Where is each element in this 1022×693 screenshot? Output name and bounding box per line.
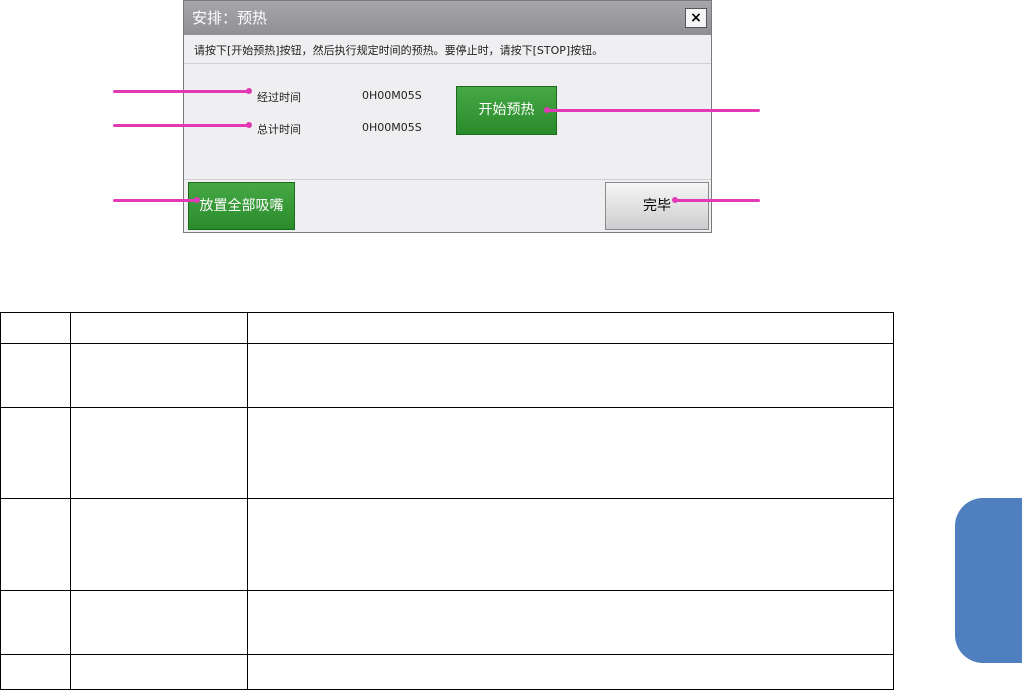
callout-dot xyxy=(246,122,252,128)
start-preheat-button[interactable]: 开始预热 xyxy=(456,86,557,135)
callout-line-elapsed xyxy=(113,90,250,93)
callout-dot xyxy=(672,197,678,203)
table-header-row xyxy=(0,312,894,344)
elapsed-time-value: 0H00M05S xyxy=(362,89,422,102)
elapsed-time-label: 经过时间 xyxy=(257,91,301,104)
table-cell xyxy=(0,590,71,655)
table-cell xyxy=(247,407,894,499)
table-cell xyxy=(0,654,71,690)
callout-dot xyxy=(194,197,200,203)
close-button[interactable]: × xyxy=(685,8,707,28)
table-cell xyxy=(247,343,894,408)
total-time-value: 0H00M05S xyxy=(362,121,422,134)
dialog-titlebar: 安排：预热 xyxy=(184,1,711,35)
callout-dot xyxy=(544,107,550,113)
table-row xyxy=(0,590,894,655)
place-all-nozzles-button[interactable]: 放置全部吸嘴 xyxy=(188,182,295,230)
dialog-title: 安排：预热 xyxy=(192,9,268,27)
table-cell xyxy=(0,312,71,344)
table-cell xyxy=(247,654,894,690)
callout-line-place-all xyxy=(113,199,198,202)
done-button[interactable]: 完毕 xyxy=(605,182,709,230)
divider xyxy=(184,179,711,180)
table-cell xyxy=(247,498,894,591)
callout-dot xyxy=(246,88,252,94)
chapter-side-tab xyxy=(955,498,1022,663)
table-row xyxy=(0,407,894,499)
table-cell xyxy=(70,590,248,655)
preheat-dialog: 安排：预热 × 请按下[开始预热]按钮，然后执行规定时间的预热。要停止时，请按下… xyxy=(183,0,712,233)
table-cell xyxy=(70,498,248,591)
total-time-label: 总计时间 xyxy=(257,123,301,136)
callout-line-start xyxy=(548,109,760,112)
table-cell xyxy=(247,312,894,344)
table-row xyxy=(0,343,894,408)
table-row xyxy=(0,498,894,591)
table-cell xyxy=(247,590,894,655)
description-table xyxy=(0,312,894,690)
callout-line-done xyxy=(676,199,760,202)
callout-line-total xyxy=(113,124,250,127)
table-cell xyxy=(70,407,248,499)
table-cell xyxy=(0,343,71,408)
table-row xyxy=(0,654,894,690)
table-cell xyxy=(70,654,248,690)
divider xyxy=(184,63,711,64)
instruction-text: 请按下[开始预热]按钮，然后执行规定时间的预热。要停止时，请按下[STOP]按钮… xyxy=(194,44,604,57)
table-cell xyxy=(70,343,248,408)
table-cell xyxy=(70,312,248,344)
table-cell xyxy=(0,407,71,499)
table-cell xyxy=(0,498,71,591)
